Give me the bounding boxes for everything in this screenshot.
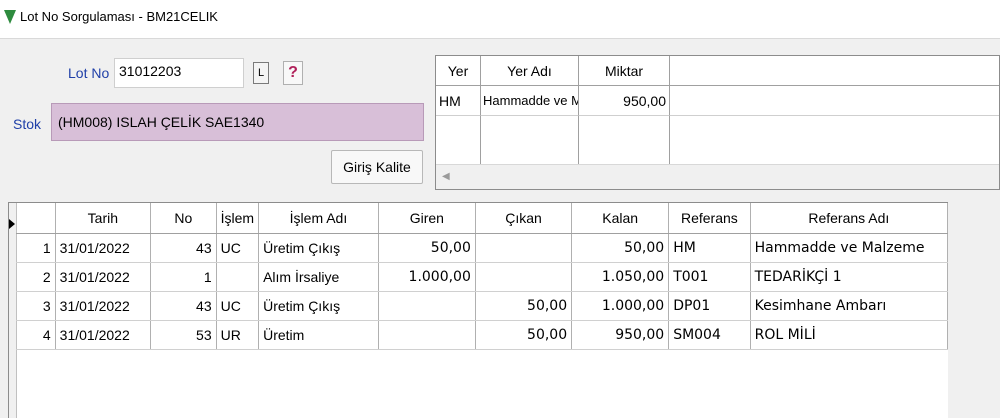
cell-cikan[interactable] [475, 233, 573, 263]
col-header-no[interactable]: No [150, 203, 217, 234]
row-index: 4 [16, 320, 56, 350]
table-row[interactable]: 2 31/01/2022 1 Alım İrsaliye 1.000,00 1.… [16, 262, 949, 292]
cell-cikan[interactable]: 50,00 [475, 320, 573, 350]
window-title: Lot No Sorgulaması - BM21CELIK [20, 9, 218, 24]
col-header-islem[interactable]: İşlem [216, 203, 260, 234]
stok-field: (HM008) ISLAH ÇELİK SAE1340 [51, 103, 424, 141]
cell-referans-adi[interactable]: Kesimhane Ambarı [750, 291, 949, 321]
location-cell-yer-adi[interactable]: Hammadde ve M [481, 86, 579, 116]
table-header-row: Tarih No İşlem İşlem Adı Giren Çıkan Kal… [16, 203, 949, 234]
cell-kalan[interactable]: 1.050,00 [571, 262, 670, 292]
col-header-tarih[interactable]: Tarih [55, 203, 152, 234]
giris-kalite-button[interactable]: Giriş Kalite [331, 150, 423, 184]
cell-islem[interactable] [216, 262, 260, 292]
table-row[interactable]: 4 31/01/2022 53 UR Üretim 50,00 950,00 S… [16, 320, 949, 350]
cell-islem-adi[interactable]: Üretim Çıkış [258, 291, 379, 321]
lot-lookup-button[interactable]: L [253, 62, 269, 84]
col-header-islem-adi[interactable]: İşlem Adı [258, 203, 379, 234]
cell-no[interactable]: 53 [150, 320, 217, 350]
stok-label: Stok [13, 116, 42, 132]
table-row[interactable]: 1 31/01/2022 43 UC Üretim Çıkış 50,00 50… [16, 233, 949, 263]
col-header-empty [670, 56, 999, 86]
col-header-cikan[interactable]: Çıkan [475, 203, 573, 234]
cell-tarih[interactable]: 31/01/2022 [55, 320, 152, 350]
cell-kalan[interactable]: 50,00 [571, 233, 670, 263]
cell-giren[interactable]: 50,00 [378, 233, 476, 263]
cell-islem[interactable]: UC [216, 291, 260, 321]
cell-no[interactable]: 43 [150, 291, 217, 321]
location-cell-yer[interactable]: HM [436, 86, 481, 116]
cell-referans[interactable]: SM004 [668, 320, 751, 350]
cell-referans[interactable]: T001 [668, 262, 751, 292]
app-logo-icon [4, 10, 16, 24]
location-cell-miktar[interactable]: 950,00 [579, 86, 670, 116]
current-row-arrow-icon [9, 219, 15, 229]
col-header-miktar[interactable]: Miktar [579, 56, 670, 86]
location-blank-cell [579, 116, 670, 166]
cell-giren[interactable] [378, 320, 476, 350]
row-index: 1 [16, 233, 56, 263]
movements-grid[interactable]: Tarih No İşlem İşlem Adı Giren Çıkan Kal… [8, 202, 949, 418]
location-blank-cell [436, 116, 481, 166]
cell-islem[interactable]: UR [216, 320, 260, 350]
lot-no-label: Lot No [68, 65, 110, 81]
cell-cikan[interactable]: 50,00 [475, 291, 573, 321]
col-header-kalan[interactable]: Kalan [571, 203, 670, 234]
cell-kalan[interactable]: 1.000,00 [571, 291, 670, 321]
cell-referans[interactable]: DP01 [668, 291, 751, 321]
col-header-referans-adi[interactable]: Referans Adı [750, 203, 949, 234]
cell-tarih[interactable]: 31/01/2022 [55, 291, 152, 321]
location-cell-empty [670, 86, 999, 116]
cell-cikan[interactable] [475, 262, 573, 292]
location-blank-cell [481, 116, 579, 166]
cell-islem-adi[interactable]: Üretim Çıkış [258, 233, 379, 263]
cell-no[interactable]: 43 [150, 233, 217, 263]
cell-kalan[interactable]: 950,00 [571, 320, 670, 350]
col-header-referans[interactable]: Referans [668, 203, 751, 234]
row-index: 3 [16, 291, 56, 321]
title-bar: Lot No Sorgulaması - BM21CELIK [0, 0, 1000, 39]
col-header-yer-adi[interactable]: Yer Adı [481, 56, 579, 86]
horizontal-scrollbar[interactable]: ◀ [436, 164, 999, 189]
lot-no-input[interactable]: 31012203 [114, 58, 244, 88]
cell-islem-adi[interactable]: Alım İrsaliye [258, 262, 379, 292]
col-header-index[interactable] [16, 203, 56, 234]
cell-islem[interactable]: UC [216, 233, 260, 263]
cell-giren[interactable] [378, 291, 476, 321]
location-grid[interactable]: Yer Yer Adı Miktar HM Hammadde ve M 950,… [435, 55, 1000, 190]
movements-table: Tarih No İşlem İşlem Adı Giren Çıkan Kal… [16, 203, 949, 350]
cell-referans[interactable]: HM [668, 233, 751, 263]
scroll-left-icon[interactable]: ◀ [442, 171, 450, 182]
col-header-giren[interactable]: Giren [378, 203, 476, 234]
cell-referans-adi[interactable]: Hammadde ve Malzeme [750, 233, 949, 263]
table-row[interactable]: 3 31/01/2022 43 UC Üretim Çıkış 50,00 1.… [16, 291, 949, 321]
cell-referans-adi[interactable]: TEDARİKÇİ 1 [750, 262, 949, 292]
cell-no[interactable]: 1 [150, 262, 217, 292]
cell-tarih[interactable]: 31/01/2022 [55, 233, 152, 263]
col-header-yer[interactable]: Yer [436, 56, 481, 86]
cell-tarih[interactable]: 31/01/2022 [55, 262, 152, 292]
help-button[interactable]: ? [283, 61, 303, 85]
row-index: 2 [16, 262, 56, 292]
cell-giren[interactable]: 1.000,00 [378, 262, 476, 292]
cell-islem-adi[interactable]: Üretim [258, 320, 379, 350]
cell-referans-adi[interactable]: ROL MİLİ [750, 320, 949, 350]
